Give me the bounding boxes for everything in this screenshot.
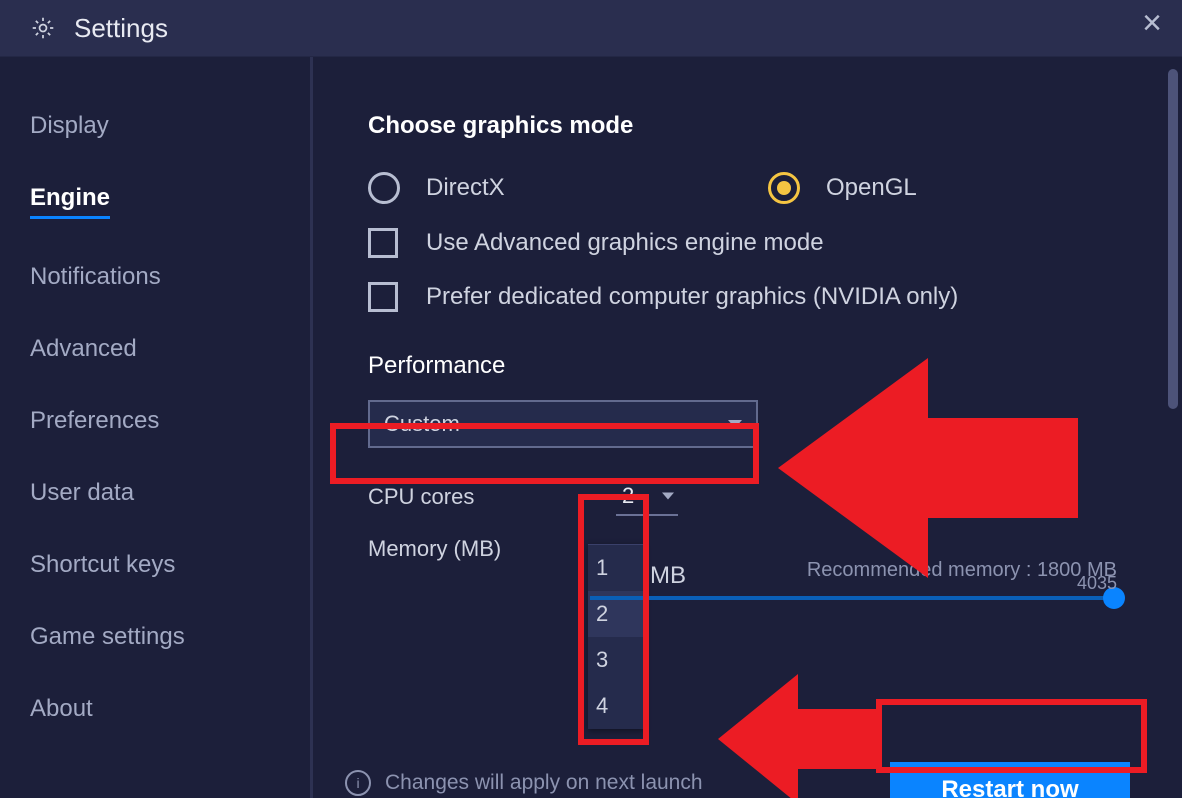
memory-label: Memory (MB) <box>368 536 616 562</box>
cpu-option-4[interactable]: 4 <box>588 683 644 729</box>
cpu-cores-value: 2 <box>622 483 634 509</box>
close-icon[interactable]: × <box>1142 6 1162 40</box>
performance-heading: Performance <box>368 352 1132 380</box>
memory-slider[interactable] <box>590 596 1117 600</box>
restart-now-label: Restart now <box>941 776 1078 798</box>
radio-opengl-label: OpenGL <box>826 174 917 202</box>
performance-preset-select[interactable]: Custom <box>368 400 758 448</box>
restart-now-button[interactable]: Restart now <box>890 762 1130 798</box>
sidebar-item-user-data[interactable]: User data <box>30 479 134 507</box>
sidebar-item-notifications[interactable]: Notifications <box>30 263 161 291</box>
sidebar-item-advanced[interactable]: Advanced <box>30 335 137 363</box>
sidebar-item-display[interactable]: Display <box>30 112 109 140</box>
checkbox-advanced-engine-label: Use Advanced graphics engine mode <box>426 229 824 257</box>
titlebar: Settings × <box>0 0 1182 57</box>
checkbox-prefer-nvidia[interactable] <box>368 282 398 312</box>
cpu-option-3[interactable]: 3 <box>588 637 644 683</box>
info-icon: i <box>345 770 371 796</box>
content-pane: Choose graphics mode DirectX OpenGL Use … <box>313 57 1182 798</box>
window-title: Settings <box>74 13 168 44</box>
restart-note: Changes will apply on next launch <box>385 771 703 795</box>
memory-slider-max: 4035 <box>1077 573 1117 594</box>
gear-icon <box>30 15 56 41</box>
chevron-down-icon <box>662 493 674 500</box>
sidebar-item-engine[interactable]: Engine <box>30 184 110 219</box>
cpu-cores-select[interactable]: 2 <box>616 478 678 516</box>
sidebar-item-shortcut-keys[interactable]: Shortcut keys <box>30 551 175 579</box>
cpu-cores-label: CPU cores <box>368 484 616 510</box>
checkbox-advanced-engine[interactable] <box>368 228 398 258</box>
radio-opengl[interactable] <box>768 172 800 204</box>
sidebar: Display Engine Notifications Advanced Pr… <box>0 57 313 798</box>
scrollbar-thumb[interactable] <box>1168 69 1178 409</box>
sidebar-item-preferences[interactable]: Preferences <box>30 407 159 435</box>
radio-directx-label: DirectX <box>426 174 505 202</box>
memory-slider-block: Recommended memory : 1800 MB 4035 <box>590 559 1117 600</box>
graphics-heading: Choose graphics mode <box>368 112 1132 140</box>
checkbox-prefer-nvidia-label: Prefer dedicated computer graphics (NVID… <box>426 283 958 311</box>
chevron-down-icon <box>728 420 742 428</box>
radio-directx[interactable] <box>368 172 400 204</box>
sidebar-item-game-settings[interactable]: Game settings <box>30 623 185 651</box>
restart-note-row: i Changes will apply on next launch <box>345 770 703 796</box>
sidebar-item-about[interactable]: About <box>30 695 93 723</box>
performance-preset-value: Custom <box>384 411 460 437</box>
memory-recommended: Recommended memory : 1800 MB <box>590 559 1117 582</box>
